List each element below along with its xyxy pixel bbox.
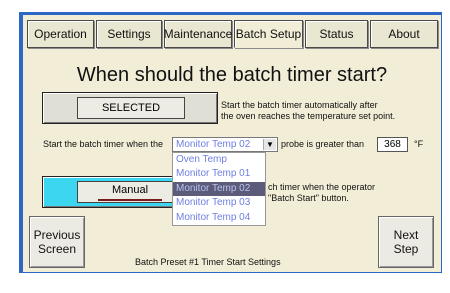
auto-start-description: Start the batch timer automatically afte… (221, 100, 396, 121)
footer-caption: Batch Preset #1 Timer Start Settings (135, 257, 281, 267)
condition-suffix-label: probe is greater than (281, 139, 365, 149)
chevron-down-icon[interactable]: ▼ (263, 139, 276, 150)
tab-batch-setup[interactable]: Batch Setup (234, 20, 303, 48)
previous-screen-button[interactable]: Previous Screen (29, 216, 85, 268)
tab-operation[interactable]: Operation (27, 20, 94, 48)
auto-start-button-label: SELECTED (101, 102, 161, 114)
dropdown-option-oven-temp[interactable]: Oven Temp (173, 153, 265, 167)
manual-button-underline (98, 198, 162, 201)
dropdown-option-monitor-temp-02[interactable]: Monitor Temp 02 (173, 181, 265, 197)
temperature-input[interactable]: 368 (377, 137, 408, 152)
probe-select-value: Monitor Temp 02 (176, 139, 251, 150)
dropdown-option-monitor-temp-04[interactable]: Monitor Temp 04 (173, 211, 265, 225)
tab-status[interactable]: Status (305, 20, 368, 48)
dropdown-option-monitor-temp-01[interactable]: Monitor Temp 01 (173, 167, 265, 181)
manual-start-option-button[interactable]: Manual (42, 176, 183, 208)
page-title: When should the batch timer start? (76, 64, 388, 86)
tab-settings[interactable]: Settings (96, 20, 162, 48)
manual-start-description: ch timer when the operator "Batch Start"… (268, 182, 376, 203)
temperature-unit: °F (414, 139, 424, 149)
next-step-button[interactable]: Next Step (378, 216, 434, 268)
condition-prefix-label: Start the batch timer when the (43, 139, 164, 149)
probe-dropdown-list: Oven Temp Monitor Temp 01 Monitor Temp 0… (172, 152, 266, 226)
manual-button-label: Manual (111, 183, 149, 196)
auto-start-option-button[interactable]: SELECTED (42, 92, 218, 124)
tab-about[interactable]: About (370, 20, 438, 48)
dropdown-option-monitor-temp-03[interactable]: Monitor Temp 03 (173, 196, 265, 210)
tab-maintenance[interactable]: Maintenance (164, 20, 232, 48)
probe-select[interactable]: Monitor Temp 02 ▼ (172, 137, 278, 152)
